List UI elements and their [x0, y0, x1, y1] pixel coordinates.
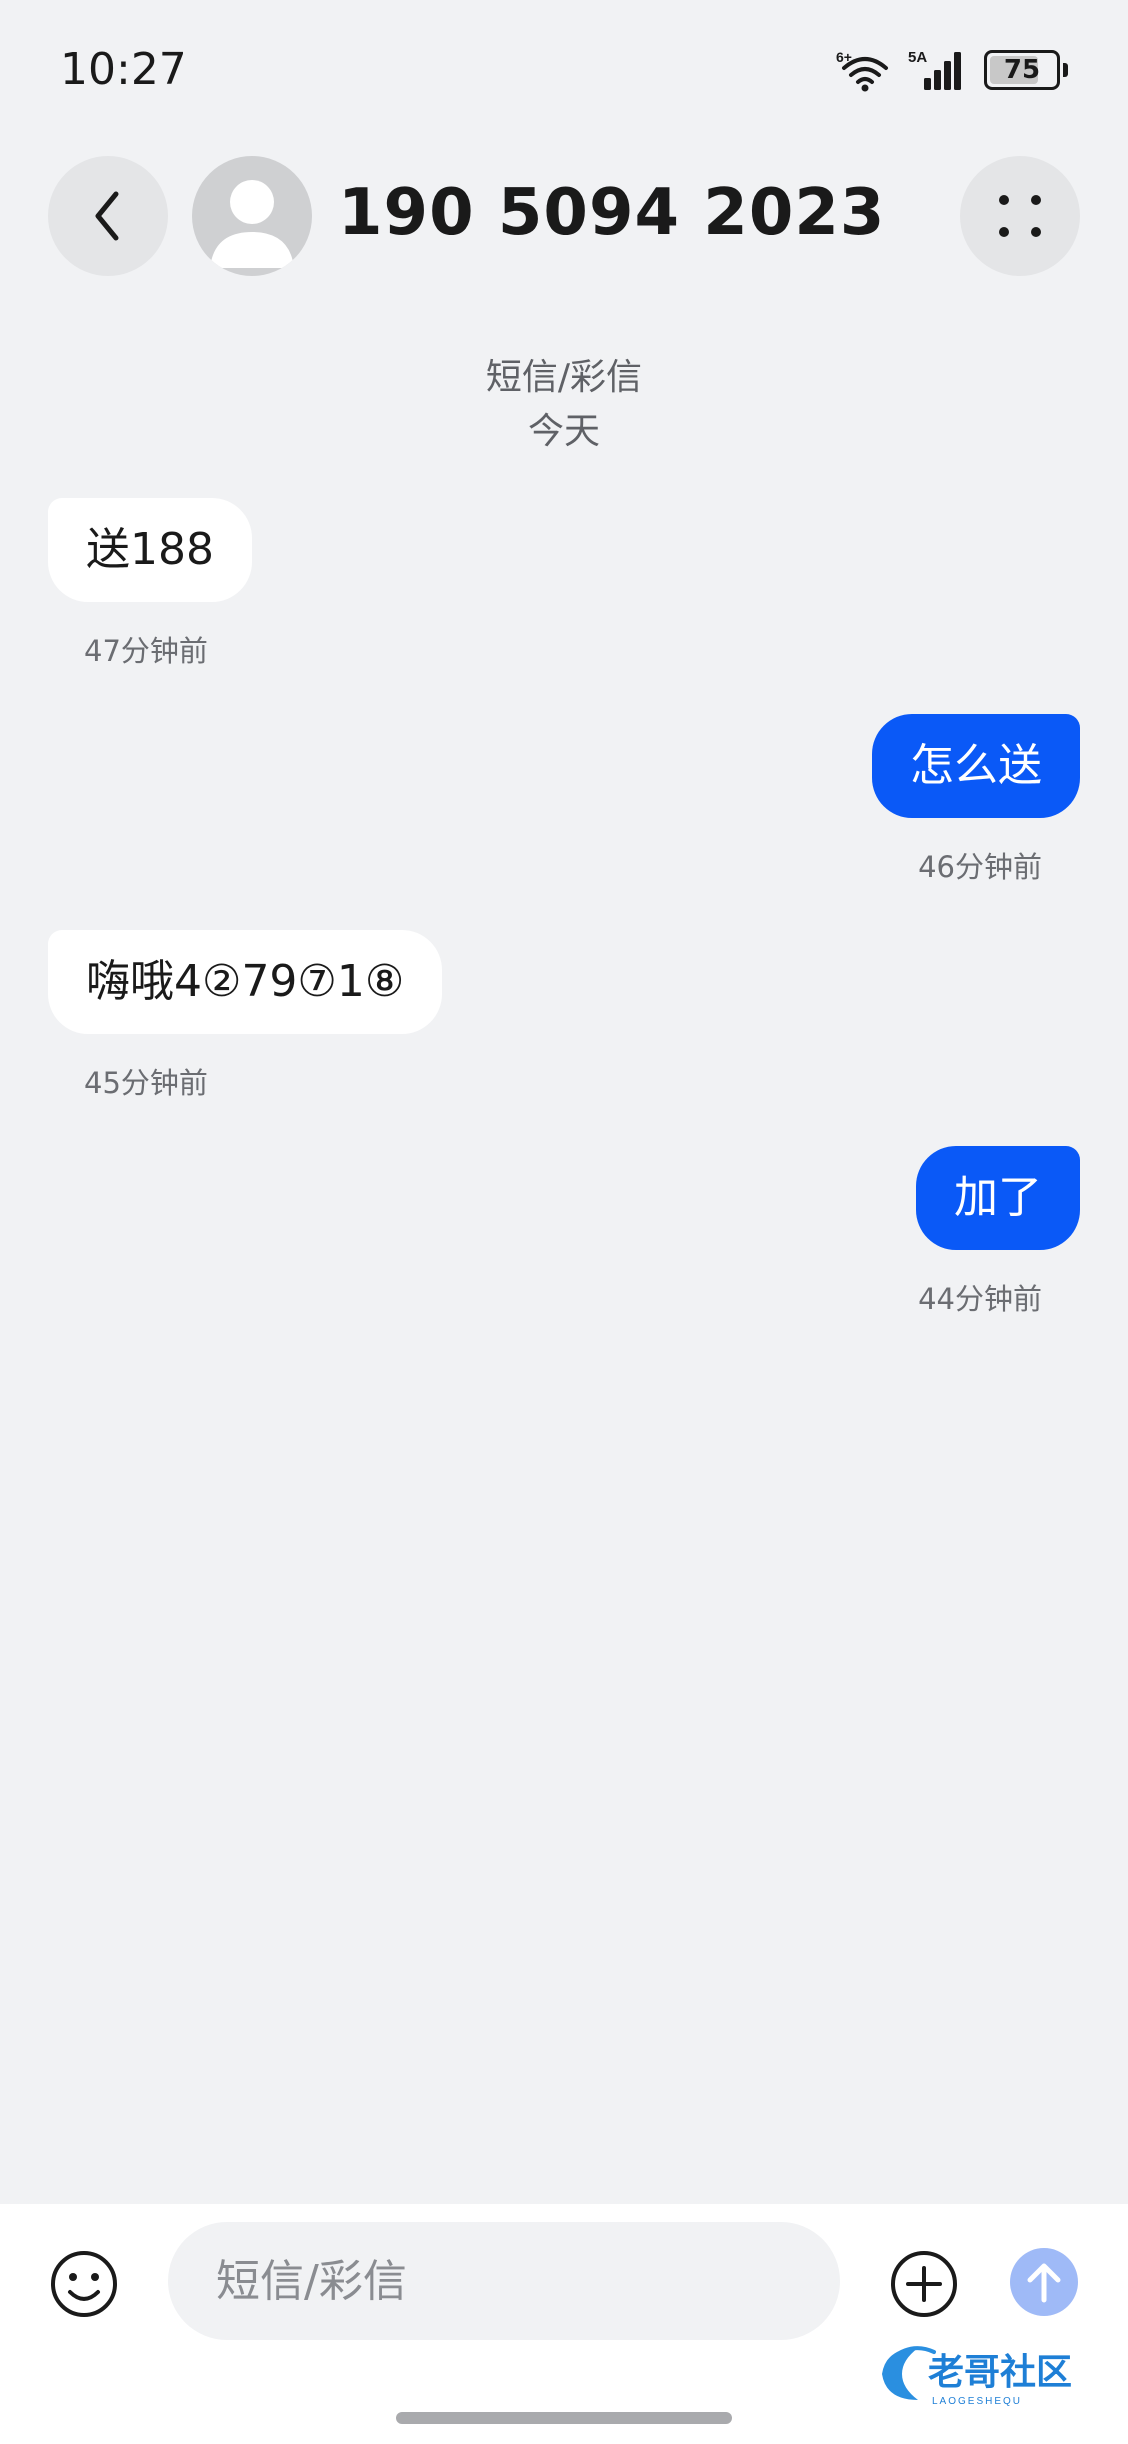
watermark-logo: 老哥社区 LAOGESHEQU: [872, 2338, 1112, 2410]
message-bubble-incoming[interactable]: 送188: [48, 498, 252, 602]
message-input[interactable]: [168, 2222, 840, 2340]
more-button[interactable]: [960, 156, 1080, 276]
watermark-text: 老哥社区: [928, 2352, 1072, 2393]
status-bar: 10:27 6+ 5A 75: [0, 0, 1128, 130]
battery-tip: [1063, 63, 1068, 77]
person-icon: [210, 180, 294, 268]
message-time: 44分钟前: [918, 1282, 1042, 1316]
conversation-header: 190 5094 2023: [0, 150, 1128, 280]
emoji-button[interactable]: [48, 2248, 120, 2320]
dots-grid-icon: [999, 195, 1041, 237]
emoji-icon: [51, 2251, 117, 2317]
send-button[interactable]: [1010, 2248, 1078, 2316]
avatar[interactable]: [192, 156, 312, 276]
message-bubble-outgoing[interactable]: 怎么送: [872, 714, 1080, 818]
message-time: 45分钟前: [84, 1066, 208, 1100]
battery-indicator: 75: [984, 50, 1068, 90]
wifi-icon: 6+: [836, 49, 888, 92]
back-button[interactable]: [48, 156, 168, 276]
signal-icon: 5A: [908, 49, 961, 90]
network-label: 5A: [908, 49, 927, 66]
add-attachment-button[interactable]: [888, 2248, 960, 2320]
battery-level-text: 75: [1003, 55, 1041, 85]
battery-icon: 75: [984, 50, 1060, 90]
watermark-subtext: LAOGESHEQU: [932, 2396, 1022, 2407]
plus-circle-icon: [891, 2251, 957, 2317]
arrow-up-icon: [1027, 2263, 1061, 2303]
conversation-day: 今天: [527, 411, 600, 452]
message-time: 47分钟前: [84, 634, 208, 668]
contact-number[interactable]: 190 5094 2023: [338, 176, 885, 250]
status-time: 10:27: [60, 44, 187, 95]
home-indicator[interactable]: [396, 2412, 732, 2424]
message-time: 46分钟前: [918, 850, 1042, 884]
message-bubble-incoming[interactable]: 嗨哦4②79⑦1⑧: [48, 930, 443, 1034]
message-bubble-outgoing[interactable]: 加了: [916, 1146, 1080, 1250]
chevron-left-icon: [95, 191, 119, 241]
conversation-channel: 短信/彩信: [485, 357, 643, 398]
status-icons: 6+ 5A 75: [836, 48, 1068, 92]
